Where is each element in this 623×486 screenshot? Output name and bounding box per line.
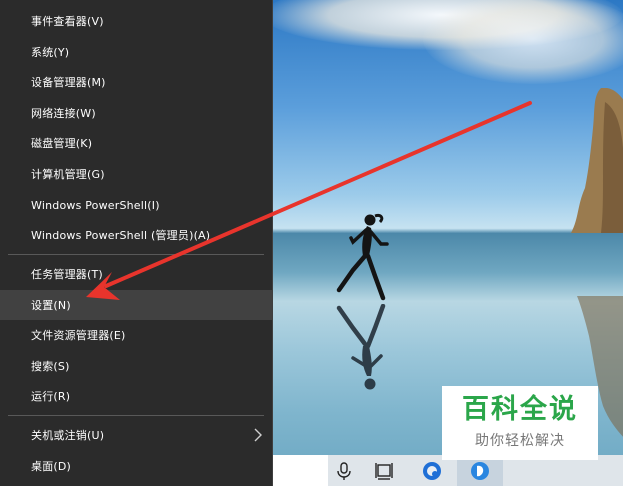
menu-item-label: 关机或注销(U) (31, 429, 105, 442)
menu-item-label: 事件查看器(V) (31, 15, 104, 28)
menu-item-system[interactable]: 系统(Y) (0, 37, 272, 67)
runner-reflection (336, 304, 386, 390)
microphone-icon[interactable] (333, 460, 355, 482)
browser-icon[interactable] (421, 460, 443, 482)
task-view-icon[interactable] (373, 460, 395, 482)
menu-divider (8, 254, 264, 255)
menu-item-label: 设置(N) (31, 299, 71, 312)
menu-item-task-manager[interactable]: 任务管理器(T) (0, 259, 272, 289)
watermark-logo: 百科全说 助你轻松解决 (442, 386, 598, 460)
menu-item-powershell-admin[interactable]: Windows PowerShell (管理员)(A) (0, 220, 272, 250)
start-context-menu: 事件查看器(V) 系统(Y) 设备管理器(M) 网络连接(W) 磁盘管理(K) … (0, 0, 273, 486)
menu-item-powershell[interactable]: Windows PowerShell(I) (0, 190, 272, 220)
menu-item-label: 任务管理器(T) (31, 268, 103, 281)
taskbar-search-box[interactable] (273, 455, 328, 486)
cloud (423, 0, 623, 84)
runner-silhouette (336, 214, 389, 301)
menu-item-shutdown[interactable]: 关机或注销(U) (0, 420, 272, 450)
menu-item-settings[interactable]: 设置(N) (0, 290, 272, 320)
watermark-subtitle: 助你轻松解决 (475, 433, 565, 449)
menu-item-label: Windows PowerShell (管理员)(A) (31, 229, 211, 242)
menu-item-label: 磁盘管理(K) (31, 137, 93, 150)
menu-item-device-manager[interactable]: 设备管理器(M) (0, 67, 272, 97)
menu-item-file-explorer[interactable]: 文件资源管理器(E) (0, 320, 272, 350)
menu-item-event-viewer[interactable]: 事件查看器(V) (0, 6, 272, 36)
menu-item-label: 系统(Y) (31, 46, 70, 59)
menu-item-label: 计算机管理(G) (31, 168, 105, 181)
menu-item-network[interactable]: 网络连接(W) (0, 98, 272, 128)
cliff-rock (571, 88, 623, 233)
menu-item-label: 运行(R) (31, 390, 71, 403)
watermark-title: 百科全说 (462, 394, 578, 425)
app-icon (471, 462, 489, 480)
menu-item-label: 搜索(S) (31, 360, 70, 373)
menu-item-label: 设备管理器(M) (31, 76, 106, 89)
menu-item-search[interactable]: 搜索(S) (0, 351, 272, 381)
menu-item-run[interactable]: 运行(R) (0, 381, 272, 411)
menu-item-label: 桌面(D) (31, 460, 72, 473)
menu-item-label: 文件资源管理器(E) (31, 329, 126, 342)
chevron-right-icon (254, 428, 262, 442)
menu-item-computer-management[interactable]: 计算机管理(G) (0, 159, 272, 189)
menu-item-disk-management[interactable]: 磁盘管理(K) (0, 128, 272, 158)
menu-divider (8, 415, 264, 416)
menu-item-desktop[interactable]: 桌面(D) (0, 451, 272, 481)
menu-item-label: 网络连接(W) (31, 107, 96, 120)
menu-item-label: Windows PowerShell(I) (31, 198, 160, 212)
